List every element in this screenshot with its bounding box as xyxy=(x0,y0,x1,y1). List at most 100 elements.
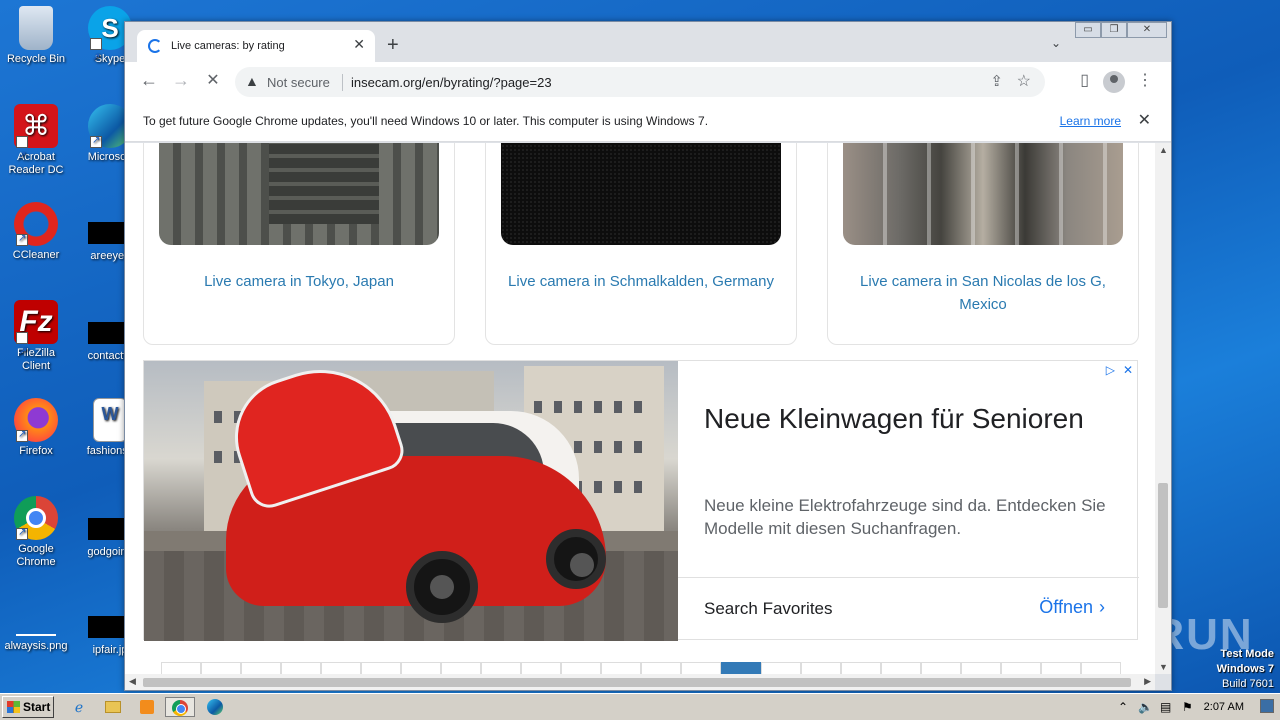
back-button[interactable]: ← xyxy=(137,70,161,91)
pagination-item[interactable] xyxy=(1041,662,1081,674)
pagination-item[interactable] xyxy=(801,662,841,674)
pagination-item[interactable] xyxy=(881,662,921,674)
chrome-icon xyxy=(14,496,58,540)
pagination-item[interactable] xyxy=(561,662,601,674)
ad-favorites-label[interactable]: Search Favorites xyxy=(704,599,833,619)
side-panel-icon[interactable]: ▯ xyxy=(1080,70,1089,90)
edge-icon[interactable] xyxy=(204,697,226,717)
pagination-item[interactable] xyxy=(241,662,281,674)
scroll-thumb[interactable] xyxy=(143,678,1131,687)
ad-choices[interactable]: ▷ ✕ xyxy=(1098,363,1133,377)
chrome-menu-icon[interactable]: ⋮ xyxy=(1137,70,1153,90)
pagination-item[interactable] xyxy=(601,662,641,674)
media-player-icon[interactable] xyxy=(136,697,158,717)
ad-headline[interactable]: Neue Kleinwagen für Senioren xyxy=(704,399,1104,439)
desktop-icon-label: CCleaner xyxy=(12,249,60,261)
desktop-icon-recycle-bin[interactable]: Recycle Bin xyxy=(4,6,68,66)
pagination-item[interactable] xyxy=(321,662,361,674)
ad-close-icon[interactable]: ✕ xyxy=(1123,363,1133,377)
bookmark-star-icon[interactable]: ☆ xyxy=(1017,71,1031,91)
desktop-icon-firefox[interactable]: Firefox xyxy=(4,398,68,458)
start-label: Start xyxy=(23,700,51,714)
pagination-item[interactable] xyxy=(641,662,681,674)
car-wheel xyxy=(406,551,478,623)
scroll-down-arrow-icon[interactable]: ▼ xyxy=(1159,662,1168,672)
tab-live-cameras[interactable]: Live cameras: by rating ✕ xyxy=(137,30,375,62)
pagination-item[interactable] xyxy=(1001,662,1041,674)
scroll-up-arrow-icon[interactable]: ▲ xyxy=(1159,145,1168,155)
advertisement[interactable]: ▷ ✕ Neue Kleinwagen für Senioren Neue kle… xyxy=(143,360,1139,641)
pagination-item[interactable] xyxy=(961,662,1001,674)
chrome-taskbar-button[interactable] xyxy=(165,697,195,717)
page-viewport: Live camera in Tokyo, Japan Live camera … xyxy=(125,143,1155,674)
desktop-icon-label: alwaysis.png xyxy=(4,640,68,652)
desktop-icon-chrome[interactable]: Google Chrome xyxy=(4,496,68,569)
tab-title: Live cameras: by rating xyxy=(171,40,285,52)
clock[interactable]: 2:07 AM xyxy=(1204,701,1244,713)
url-text[interactable]: insecam.org/en/byrating/?page=23 xyxy=(351,75,552,90)
close-window-button[interactable]: ✕ xyxy=(1127,22,1167,38)
adchoices-icon[interactable]: ▷ xyxy=(1106,363,1115,377)
desktop-icon-ccleaner[interactable]: CCleaner xyxy=(4,202,68,262)
security-indicator[interactable]: Not secure xyxy=(267,75,330,90)
volume-icon[interactable]: 🔈 xyxy=(1138,700,1153,714)
camera-thumbnail[interactable] xyxy=(159,143,439,245)
infobar-close-icon[interactable]: ✕ xyxy=(1138,110,1151,130)
test-mode-label: Test Mode xyxy=(1220,648,1274,660)
share-icon[interactable]: ⇪ xyxy=(990,72,1003,90)
tab-close-icon[interactable]: ✕ xyxy=(353,36,365,53)
stop-loading-button[interactable]: ✕ xyxy=(201,70,225,90)
camera-thumbnail[interactable] xyxy=(843,143,1123,245)
windows xyxy=(534,401,654,413)
desktop-icon-alwaysis[interactable]: alwaysis.png xyxy=(4,610,68,653)
pagination-item[interactable] xyxy=(441,662,481,674)
network-icon[interactable]: ▤ xyxy=(1160,700,1171,714)
ad-open-button[interactable]: Öffnen › xyxy=(1039,597,1105,618)
forward-button[interactable]: → xyxy=(169,70,193,91)
scroll-right-arrow-icon[interactable]: ▶ xyxy=(1144,676,1151,687)
word-document-icon: W xyxy=(93,398,127,442)
file-icon xyxy=(88,518,124,540)
pagination-item[interactable] xyxy=(481,662,521,674)
tab-search-chevron-icon[interactable]: ⌄ xyxy=(1051,36,1061,50)
scroll-left-arrow-icon[interactable]: ◀ xyxy=(129,676,136,687)
pagination-item[interactable] xyxy=(1081,662,1121,674)
minimize-button[interactable]: ▭ xyxy=(1075,22,1101,38)
start-button[interactable]: Start xyxy=(2,696,54,718)
horizontal-scrollbar[interactable]: ◀ ▶ xyxy=(125,674,1155,690)
desktop-icon-acrobat[interactable]: ⌘ Acrobat Reader DC xyxy=(4,104,68,178)
file-icon xyxy=(88,222,124,244)
camera-link[interactable]: Live camera in Tokyo, Japan xyxy=(144,270,454,293)
file-explorer-icon[interactable] xyxy=(102,697,124,717)
pagination-item[interactable] xyxy=(281,662,321,674)
camera-thumbnail[interactable] xyxy=(501,143,781,245)
address-bar[interactable]: ▲ Not secure insecam.org/en/byrating/?pa… xyxy=(235,67,1045,97)
warning-icon[interactable]: ▲ xyxy=(245,73,259,89)
show-desktop-icon[interactable] xyxy=(1260,699,1274,713)
pagination-item[interactable] xyxy=(521,662,561,674)
scroll-thumb[interactable] xyxy=(1158,483,1168,608)
pagination-item[interactable] xyxy=(681,662,721,674)
pagination-item[interactable] xyxy=(761,662,801,674)
pagination-item[interactable] xyxy=(841,662,881,674)
pagination-item[interactable] xyxy=(361,662,401,674)
camera-link[interactable]: Live camera in Schmalkalden, Germany xyxy=(486,270,796,293)
pagination-item[interactable] xyxy=(161,662,201,674)
profile-avatar[interactable] xyxy=(1103,71,1125,93)
action-center-flag-icon[interactable]: ⚑ xyxy=(1182,700,1193,714)
desktop-icon-filezilla[interactable]: Fz FileZilla Client xyxy=(4,300,68,374)
restore-button[interactable]: ❐ xyxy=(1101,22,1127,38)
loading-spinner-icon xyxy=(148,39,162,53)
pagination-item-active[interactable] xyxy=(721,662,761,674)
show-hidden-icons-chevron-icon[interactable]: ⌃ xyxy=(1118,700,1128,714)
ad-image[interactable] xyxy=(144,361,678,641)
desktop-icon-label: Firefox xyxy=(19,445,53,457)
pagination-item[interactable] xyxy=(201,662,241,674)
new-tab-button[interactable]: + xyxy=(387,34,399,57)
vertical-scrollbar[interactable]: ▲ ▼ xyxy=(1155,143,1171,674)
internet-explorer-icon[interactable]: ℯ xyxy=(68,697,90,717)
camera-link[interactable]: Live camera in San Nicolas de los G, Mex… xyxy=(828,270,1138,316)
pagination-item[interactable] xyxy=(921,662,961,674)
pagination-item[interactable] xyxy=(401,662,441,674)
learn-more-link[interactable]: Learn more xyxy=(1060,114,1121,128)
